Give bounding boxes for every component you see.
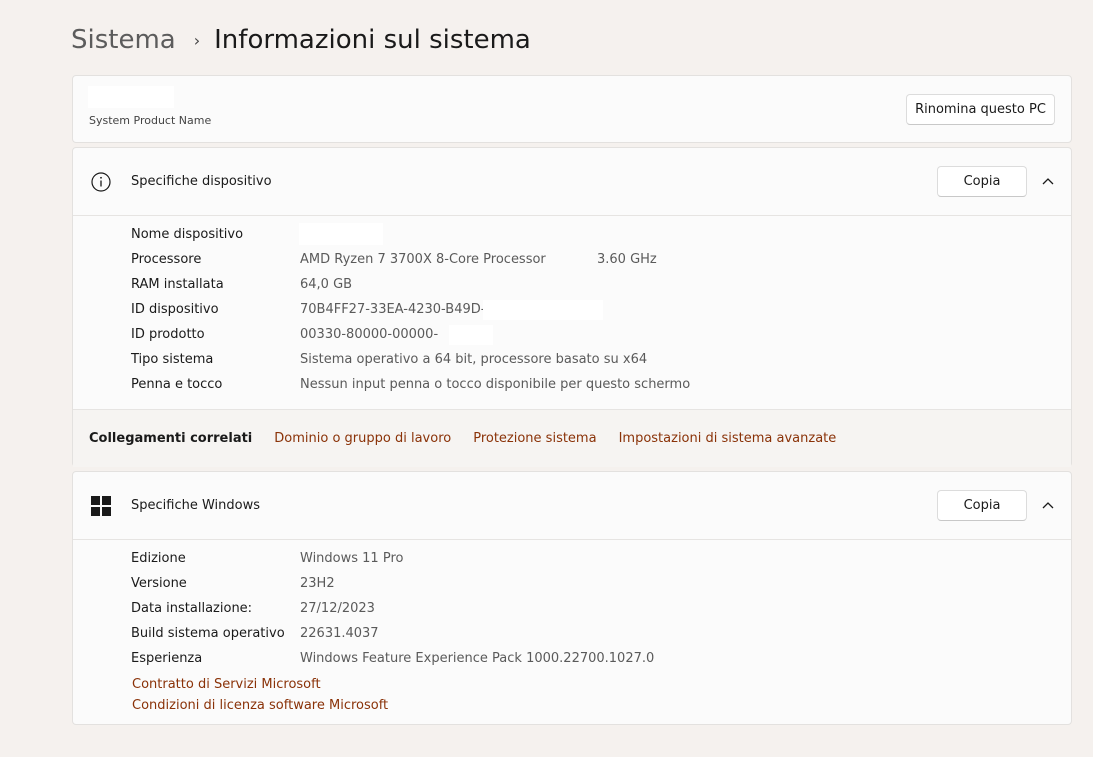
link-microsoft-software-license[interactable]: Condizioni di licenza software Microsoft bbox=[132, 698, 388, 713]
pc-name-card: System Product Name Rinomina questo PC bbox=[72, 75, 1072, 143]
product-name-label: System Product Name bbox=[89, 114, 212, 127]
chevron-up-icon[interactable] bbox=[1041, 500, 1055, 510]
chevron-up-icon[interactable] bbox=[1041, 176, 1055, 186]
spec-row-version: Versione 23H2 bbox=[131, 572, 1031, 597]
spec-row-os-build: Build sistema operativo 22631.4037 bbox=[131, 622, 1031, 647]
device-specs-card: Specifiche dispositivo Copia Nome dispos… bbox=[72, 147, 1072, 467]
redacted-device-id bbox=[483, 300, 603, 320]
spec-label: Processore bbox=[131, 252, 202, 267]
spec-label: Tipo sistema bbox=[131, 352, 214, 367]
related-links-title: Collegamenti correlati bbox=[89, 431, 253, 446]
breadcrumb: Sistema › Informazioni sul sistema bbox=[71, 22, 531, 58]
spec-value: 23H2 bbox=[300, 576, 335, 591]
spec-value: 64,0 GB bbox=[300, 277, 353, 292]
spec-label: RAM installata bbox=[131, 277, 224, 292]
spec-label: Nome dispositivo bbox=[131, 227, 244, 242]
spec-row-device-id: ID dispositivo 70B4FF27-33EA-4230-B49D- bbox=[131, 298, 1031, 323]
spec-row-processor: Processore AMD Ryzen 7 3700X 8-Core Proc… bbox=[131, 248, 1031, 273]
spec-row-system-type: Tipo sistema Sistema operativo a 64 bit,… bbox=[131, 348, 1031, 373]
spec-value: AMD Ryzen 7 3700X 8-Core Processor bbox=[300, 252, 546, 267]
spec-row-ram: RAM installata 64,0 GB bbox=[131, 273, 1031, 298]
redacted-device-name bbox=[299, 223, 383, 245]
chevron-right-icon: › bbox=[193, 30, 201, 50]
spec-row-pen-touch: Penna e tocco Nessun input penna o tocco… bbox=[131, 373, 1031, 398]
spec-value: 70B4FF27-33EA-4230-B49D- bbox=[300, 302, 486, 317]
related-links-bar: Collegamenti correlati Dominio o gruppo … bbox=[73, 409, 1071, 467]
spec-value: 22631.4037 bbox=[300, 626, 379, 641]
link-advanced-system-settings[interactable]: Impostazioni di sistema avanzate bbox=[619, 431, 837, 446]
spec-label: Data installazione: bbox=[131, 601, 253, 616]
rename-pc-button[interactable]: Rinomina questo PC bbox=[906, 94, 1055, 125]
spec-value: Windows 11 Pro bbox=[300, 551, 404, 566]
spec-label: ID dispositivo bbox=[131, 302, 219, 317]
copy-device-specs-button[interactable]: Copia bbox=[937, 166, 1027, 197]
windows-logo-icon bbox=[91, 496, 111, 516]
redacted-pc-name bbox=[88, 86, 174, 108]
spec-row-edition: Edizione Windows 11 Pro bbox=[131, 547, 1031, 572]
copy-windows-specs-button[interactable]: Copia bbox=[937, 490, 1027, 521]
spec-label: Versione bbox=[131, 576, 187, 591]
spec-row-experience: Esperienza Windows Feature Experience Pa… bbox=[131, 647, 1031, 672]
spec-row-install-date: Data installazione: 27/12/2023 bbox=[131, 597, 1031, 622]
device-specs-title: Specifiche dispositivo bbox=[131, 174, 272, 189]
spec-row-product-id: ID prodotto 00330-80000-00000- bbox=[131, 323, 1031, 348]
windows-specs-card: Specifiche Windows Copia Edizione Window… bbox=[72, 471, 1072, 725]
spec-label: Edizione bbox=[131, 551, 186, 566]
spec-label: Build sistema operativo bbox=[131, 626, 285, 641]
device-specs-list: Nome dispositivo Processore AMD Ryzen 7 … bbox=[131, 223, 1031, 398]
spec-row-device-name: Nome dispositivo bbox=[131, 223, 1031, 248]
windows-specs-header[interactable]: Specifiche Windows Copia bbox=[73, 472, 1071, 540]
windows-specs-title: Specifiche Windows bbox=[131, 498, 260, 513]
spec-value: Nessun input penna o tocco disponibile p… bbox=[300, 377, 691, 392]
breadcrumb-parent-sistema[interactable]: Sistema bbox=[71, 25, 176, 55]
spec-value: 00330-80000-00000- bbox=[300, 327, 439, 342]
processor-speed: 3.60 GHz bbox=[597, 252, 657, 267]
link-domain-workgroup[interactable]: Dominio o gruppo di lavoro bbox=[274, 431, 451, 446]
windows-specs-list: Edizione Windows 11 Pro Versione 23H2 Da… bbox=[131, 547, 1031, 672]
spec-value: 27/12/2023 bbox=[300, 601, 375, 616]
spec-value: Sistema operativo a 64 bit, processore b… bbox=[300, 352, 648, 367]
redacted-product-id bbox=[449, 325, 493, 345]
link-system-protection[interactable]: Protezione sistema bbox=[473, 431, 596, 446]
spec-label: Penna e tocco bbox=[131, 377, 223, 392]
spec-value: Windows Feature Experience Pack 1000.227… bbox=[300, 651, 655, 666]
page-title: Informazioni sul sistema bbox=[214, 25, 531, 55]
info-icon bbox=[91, 172, 111, 192]
spec-label: ID prodotto bbox=[131, 327, 205, 342]
spec-label: Esperienza bbox=[131, 651, 203, 666]
device-specs-header[interactable]: Specifiche dispositivo Copia bbox=[73, 148, 1071, 216]
link-microsoft-services-agreement[interactable]: Contratto di Servizi Microsoft bbox=[132, 677, 321, 692]
